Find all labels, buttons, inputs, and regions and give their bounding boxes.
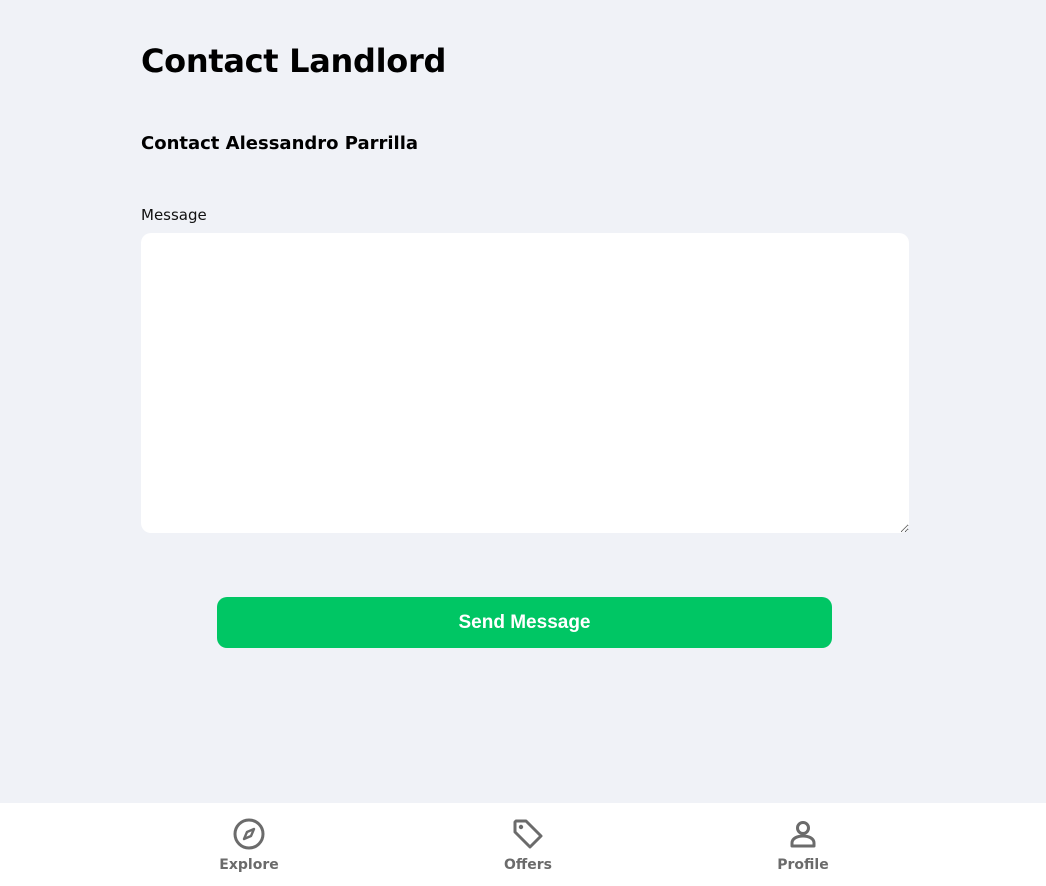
nav-item-offers[interactable]: Offers xyxy=(468,803,588,886)
nav-label-explore: Explore xyxy=(219,857,279,873)
nav-label-profile: Profile xyxy=(777,857,829,873)
bottom-nav: Explore Offers Profile xyxy=(0,803,1046,886)
nav-item-explore[interactable]: Explore xyxy=(189,803,309,886)
nav-label-offers: Offers xyxy=(504,857,552,873)
message-label: Message xyxy=(141,206,207,224)
page-title: Contact Landlord xyxy=(141,42,447,80)
person-icon xyxy=(790,821,816,848)
tag-icon xyxy=(513,819,543,849)
contact-subtitle: Contact Alessandro Parrilla xyxy=(141,133,419,154)
message-textarea[interactable] xyxy=(141,233,909,533)
compass-icon xyxy=(233,818,265,850)
nav-item-profile[interactable]: Profile xyxy=(743,803,863,886)
send-message-button[interactable]: Send Message xyxy=(217,597,832,648)
